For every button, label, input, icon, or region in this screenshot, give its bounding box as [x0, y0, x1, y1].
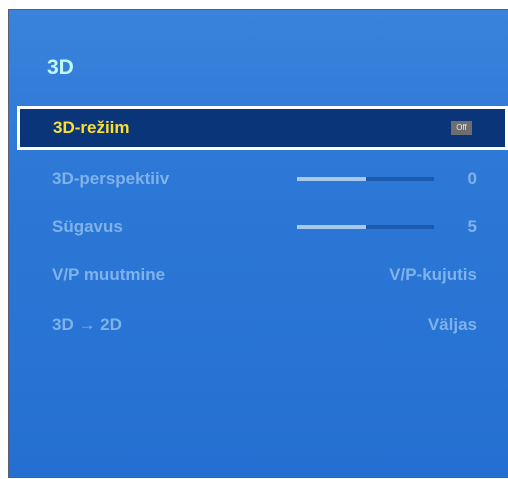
perspective-value: 0	[467, 169, 477, 188]
menu-item-label: 3D → 2D	[52, 315, 122, 334]
slider-fill	[297, 225, 366, 229]
menu-item-3d-perspective[interactable]: 3D-perspektiiv 0	[17, 157, 508, 201]
off-toggle[interactable]: Off	[451, 121, 472, 135]
menu-item-3d-to-2d[interactable]: 3D → 2D Väljas	[17, 303, 508, 347]
depth-value: 5	[467, 217, 477, 236]
menu-item-label: 3D-režiim	[53, 118, 130, 137]
menu-item-label: Sügavus	[52, 217, 123, 236]
lr-change-value: V/P-kujutis	[389, 265, 477, 284]
menu-item-label: 3D-perspektiiv	[52, 169, 170, 188]
3d-to-2d-value: Väljas	[427, 315, 477, 334]
slider-fill	[297, 177, 366, 181]
menu-item-lr-change[interactable]: V/P muutmine V/P-kujutis	[17, 253, 508, 297]
3d-settings-panel: 3D 3D-režiim Off 3D-perspektiiv 0 Sügavu…	[8, 9, 508, 478]
menu-item-depth[interactable]: Sügavus 5	[17, 205, 508, 249]
panel-title: 3D	[47, 56, 74, 79]
perspective-slider[interactable]	[297, 177, 434, 181]
menu-item-3d-mode[interactable]: 3D-režiim Off	[17, 106, 508, 150]
menu-item-label: V/P muutmine	[52, 265, 166, 284]
depth-slider[interactable]	[297, 225, 434, 229]
